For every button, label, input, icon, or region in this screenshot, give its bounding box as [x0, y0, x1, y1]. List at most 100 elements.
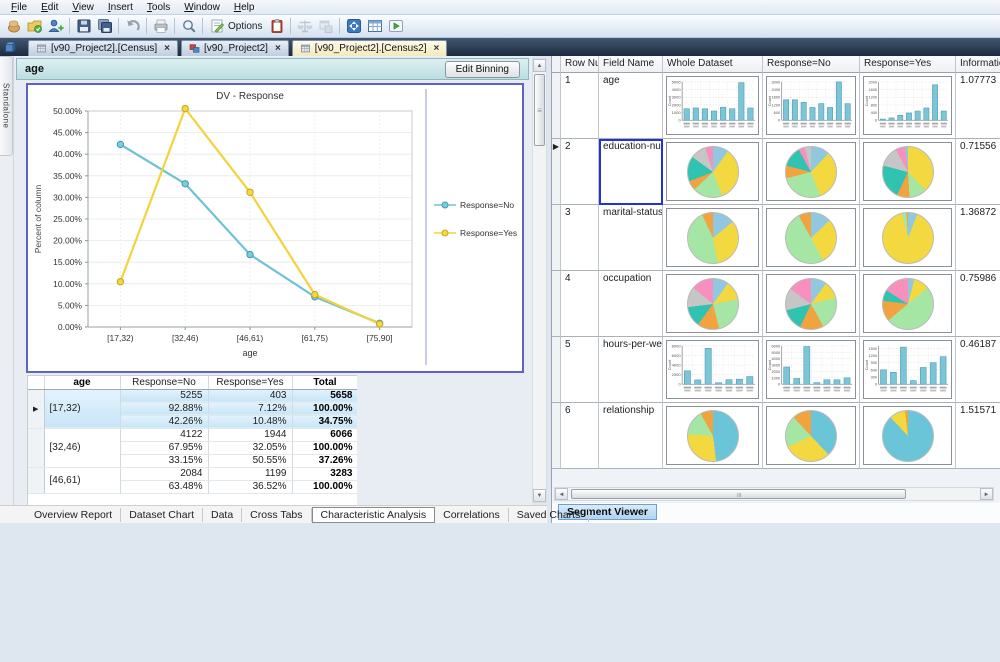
menu-help[interactable]: Help: [227, 2, 262, 13]
information-cell[interactable]: 0.75986: [956, 271, 1000, 337]
chart-cell[interactable]: [663, 403, 763, 469]
mini-pie-chart[interactable]: [666, 142, 759, 201]
information-cell[interactable]: 1.51571: [956, 403, 1000, 469]
value-cell[interactable]: 42.26%: [120, 415, 209, 429]
run-button[interactable]: [385, 16, 406, 36]
grid-header-information[interactable]: Information: [956, 56, 1000, 73]
mini-bar-chart[interactable]: 0 2000 4000 6000 8000 Count: [666, 340, 759, 399]
grid-header-response-no[interactable]: Response=No: [763, 56, 860, 73]
menu-tools[interactable]: Tools: [140, 2, 177, 13]
chart-cell[interactable]: [860, 205, 956, 271]
grab-hand-button[interactable]: [3, 16, 24, 36]
crosstab-header-response-yes[interactable]: Response=Yes: [208, 376, 293, 390]
value-cell[interactable]: 5255: [120, 388, 209, 403]
standalone-tab[interactable]: Standalone: [0, 56, 13, 156]
value-cell[interactable]: 100.00%: [292, 480, 357, 494]
mini-pie-chart[interactable]: [666, 274, 759, 333]
tab-saved-charts[interactable]: Saved Charts: [509, 507, 590, 522]
value-cell[interactable]: 92.88%: [120, 402, 209, 416]
value-cell[interactable]: 34.75%: [292, 415, 357, 429]
value-cell[interactable]: 3283: [292, 466, 357, 481]
row-num-cell[interactable]: 1: [561, 73, 599, 139]
edit-binning-button[interactable]: Edit Binning: [444, 60, 520, 78]
doc-tab-1[interactable]: [v90_Project2].[Census] ×: [28, 40, 179, 56]
value-cell[interactable]: 33.15%: [120, 454, 209, 468]
crosstab-header-response-no[interactable]: Response=No: [120, 376, 209, 390]
field-name-cell[interactable]: hours-per-week: [599, 337, 663, 403]
close-icon[interactable]: ×: [164, 43, 170, 54]
value-cell[interactable]: 37.26%: [292, 454, 357, 468]
grid-header-whole-dataset[interactable]: Whole Dataset: [663, 56, 763, 73]
window-save-button[interactable]: [315, 16, 336, 36]
chart-cell[interactable]: 0 400 800 1200 1600 2000 Count: [860, 73, 956, 139]
tab-data[interactable]: Data: [203, 507, 243, 522]
chart-cell[interactable]: [763, 403, 860, 469]
value-cell[interactable]: 100.00%: [292, 441, 357, 455]
save-button[interactable]: [73, 16, 94, 36]
close-icon[interactable]: ×: [434, 43, 440, 54]
field-name-cell[interactable]: occupation: [599, 271, 663, 337]
chart-cell[interactable]: [763, 271, 860, 337]
preview-button[interactable]: [178, 16, 199, 36]
row-gutter[interactable]: [552, 205, 561, 271]
row-num-cell[interactable]: 2: [561, 139, 599, 205]
mini-pie-chart[interactable]: [863, 274, 952, 333]
open-project-button[interactable]: [24, 16, 45, 36]
mini-pie-chart[interactable]: [766, 208, 856, 267]
scroll-up-icon[interactable]: [533, 59, 546, 72]
scroll-down-icon[interactable]: [533, 489, 546, 502]
bin-cell[interactable]: [32,46): [44, 427, 121, 468]
close-icon[interactable]: ×: [275, 43, 281, 54]
doc-tab-2[interactable]: [v90_Project2] ×: [181, 40, 289, 56]
row-gutter[interactable]: ▶: [28, 388, 45, 429]
mini-pie-chart[interactable]: [863, 406, 952, 465]
value-cell[interactable]: 7.12%: [208, 402, 293, 416]
value-cell[interactable]: 50.55%: [208, 454, 293, 468]
value-cell[interactable]: 2084: [120, 466, 209, 481]
row-num-cell[interactable]: 4: [561, 271, 599, 337]
chart-cell[interactable]: [860, 403, 956, 469]
value-cell[interactable]: 10.48%: [208, 415, 293, 429]
chart-cell[interactable]: 0 1000 2000 3000 4000 5000 6000 Count: [763, 337, 860, 403]
mini-bar-chart[interactable]: 0 400 800 1200 1600 2000 Count: [863, 76, 952, 135]
chart-cell[interactable]: [860, 139, 956, 205]
value-cell[interactable]: 36.52%: [208, 480, 293, 494]
menu-view[interactable]: View: [65, 2, 101, 13]
field-name-cell[interactable]: age: [599, 73, 663, 139]
chart-cell[interactable]: 0 300 600 900 1200 1500 Count: [860, 337, 956, 403]
mini-pie-chart[interactable]: [863, 208, 952, 267]
value-cell[interactable]: 4122: [120, 427, 209, 442]
undo-button[interactable]: [122, 16, 143, 36]
tab-characteristic-analysis[interactable]: Characteristic Analysis: [311, 506, 436, 523]
chart-cell[interactable]: [860, 271, 956, 337]
row-num-cell[interactable]: 5: [561, 337, 599, 403]
tab-correlations[interactable]: Correlations: [435, 507, 509, 522]
print-button[interactable]: [150, 16, 171, 36]
tab-overview-report[interactable]: Overview Report: [26, 507, 122, 522]
chart-cell[interactable]: [763, 205, 860, 271]
value-cell[interactable]: 5658: [292, 388, 357, 403]
value-cell[interactable]: 1944: [208, 427, 293, 442]
add-user-button[interactable]: [45, 16, 66, 36]
value-cell[interactable]: 100.00%: [292, 402, 357, 416]
report-button[interactable]: [266, 16, 287, 36]
menu-window[interactable]: Window: [177, 2, 227, 13]
row-gutter[interactable]: [552, 271, 561, 337]
menu-edit[interactable]: Edit: [34, 2, 65, 13]
value-cell[interactable]: 403: [208, 388, 293, 403]
crosstab-header-age[interactable]: age: [44, 376, 121, 390]
expand-button[interactable]: [343, 16, 364, 36]
chart-cell[interactable]: [663, 139, 763, 205]
hscroll-thumb[interactable]: [571, 489, 906, 499]
mini-pie-chart[interactable]: [766, 274, 856, 333]
value-cell[interactable]: 63.48%: [120, 480, 209, 494]
chart-cell[interactable]: [763, 139, 860, 205]
information-cell[interactable]: 1.36872: [956, 205, 1000, 271]
row-gutter[interactable]: [552, 337, 561, 403]
tab-cross-tabs[interactable]: Cross Tabs: [242, 507, 312, 522]
grid-header-response-yes[interactable]: Response=Yes: [860, 56, 956, 73]
mini-pie-chart[interactable]: [666, 406, 759, 465]
chart-cell[interactable]: [663, 205, 763, 271]
vscroll-thumb[interactable]: [534, 74, 545, 146]
chart-cell[interactable]: 0 1000 2000 3000 4000 5000 Count: [663, 73, 763, 139]
